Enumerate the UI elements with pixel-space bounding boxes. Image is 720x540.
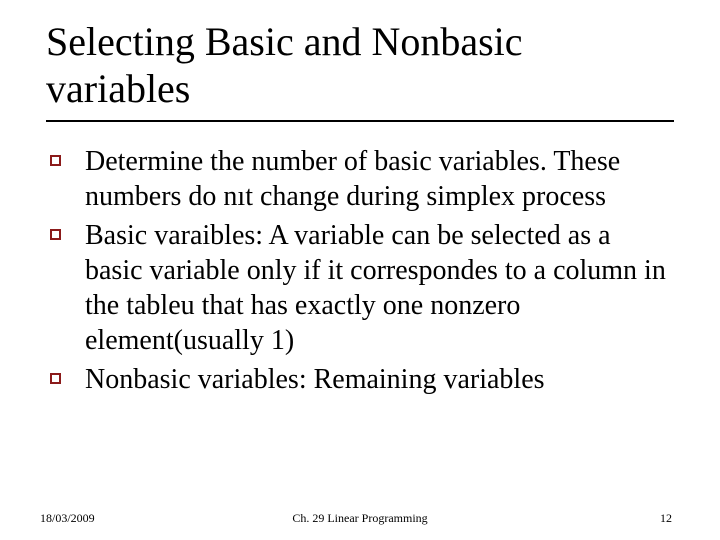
footer-page: 12 <box>660 511 672 526</box>
list-item: Determine the number of basic variables.… <box>50 144 674 214</box>
title-underline <box>46 120 674 122</box>
list-item: Nonbasic variables: Remaining variables <box>50 362 674 397</box>
bullet-list: Determine the number of basic variables.… <box>46 144 674 397</box>
footer-chapter: Ch. 29 Linear Programming <box>292 511 427 526</box>
square-bullet-icon <box>50 373 61 384</box>
footer-date: 18/03/2009 <box>40 511 95 526</box>
square-bullet-icon <box>50 155 61 166</box>
square-bullet-icon <box>50 229 61 240</box>
bullet-text: Basic varaibles: A variable can be selec… <box>85 218 674 358</box>
footer: 18/03/2009 Ch. 29 Linear Programming 12 <box>0 511 720 526</box>
slide-title: Selecting Basic and Nonbasic variables <box>46 18 674 112</box>
list-item: Basic varaibles: A variable can be selec… <box>50 218 674 358</box>
bullet-text: Nonbasic variables: Remaining variables <box>85 362 674 397</box>
bullet-text: Determine the number of basic variables.… <box>85 144 674 214</box>
title-block: Selecting Basic and Nonbasic variables <box>46 18 674 122</box>
body: Determine the number of basic variables.… <box>46 144 674 397</box>
slide: Selecting Basic and Nonbasic variables D… <box>0 0 720 540</box>
